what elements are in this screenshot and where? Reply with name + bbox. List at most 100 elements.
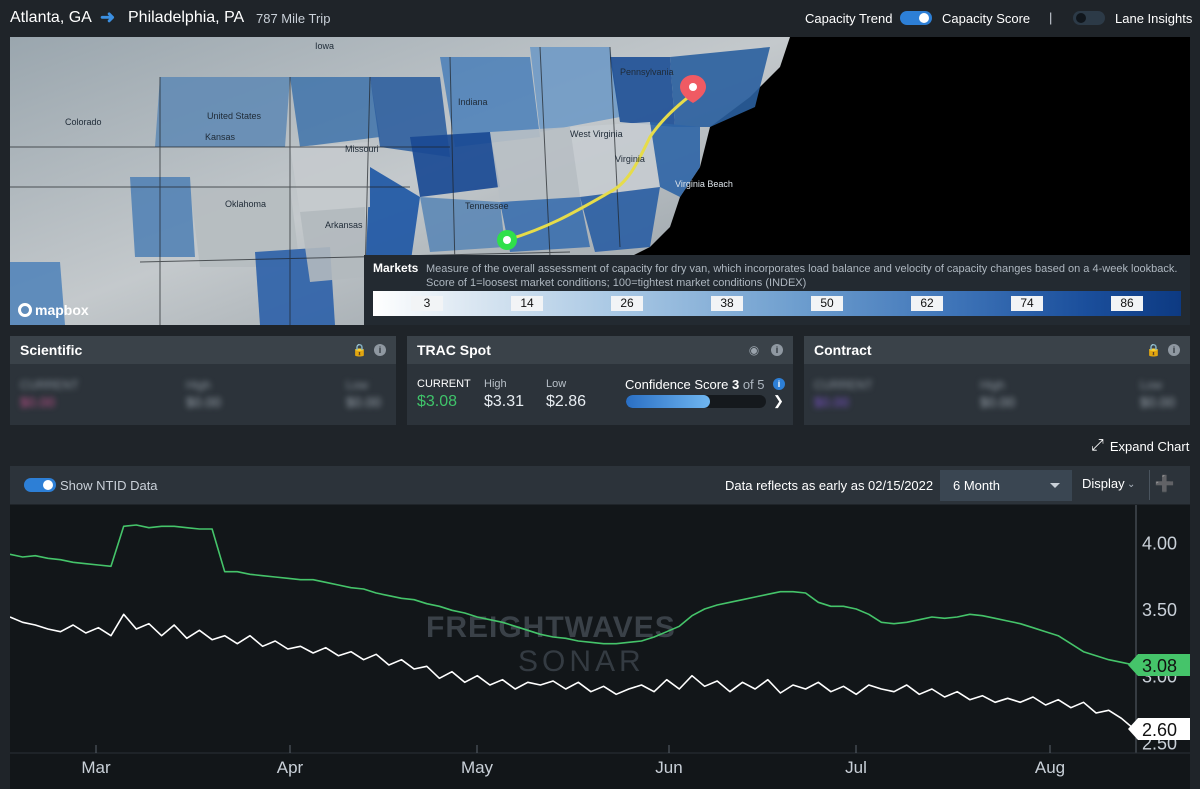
scientific-card: Scientific 🔒 i CURRENT $0.00 High $0.00 … <box>10 336 396 425</box>
arrow-right-icon: ➜ <box>100 7 116 27</box>
y-tick-label: 4.00 <box>1142 533 1177 553</box>
current-value: $3.08 <box>417 393 458 410</box>
high-label: High <box>484 378 507 390</box>
market-region <box>490 127 580 202</box>
legend-description: Measure of the overall assessment of cap… <box>426 263 1178 289</box>
eye-icon[interactable]: ◉ <box>747 343 761 357</box>
series-line <box>10 524 1135 666</box>
confidence-of: of 5 <box>742 377 765 392</box>
legend-tick: 86 <box>1111 296 1143 311</box>
x-tick-label: Aug <box>1035 758 1065 777</box>
mapbox-icon <box>18 303 32 317</box>
info-icon[interactable]: i <box>773 378 785 390</box>
confidence-bar-fill <box>626 395 710 408</box>
low-value: $0.00 <box>346 394 382 410</box>
market-region <box>410 132 500 197</box>
x-tick-label: Jun <box>655 758 682 777</box>
range-select-value: 6 Month <box>953 478 1000 493</box>
card-header: TRAC Spot ◉ i <box>407 336 793 364</box>
place-label: Missouri <box>345 144 379 154</box>
x-tick-label: Mar <box>81 758 111 777</box>
low-label: Low <box>546 378 567 390</box>
legend-title: Markets <box>373 261 419 275</box>
y-tick-label: 3.50 <box>1142 600 1177 620</box>
contract-card: Contract 🔒 i CURRENT $0.00 High $0.00 Lo… <box>804 336 1190 425</box>
place-label: Pennsylvania <box>620 67 674 77</box>
ntid-label: Show NTID Data <box>60 478 158 493</box>
place-label: Iowa <box>315 41 334 51</box>
market-region <box>290 77 380 147</box>
card-title: TRAC Spot <box>417 342 491 358</box>
current-label: CURRENT <box>20 378 79 392</box>
confidence-score: Confidence Score 3 of 5 <box>625 377 765 392</box>
toggle-knob <box>43 480 53 490</box>
place-label: Tennessee <box>465 201 509 211</box>
card-title: Scientific <box>20 342 83 358</box>
ntid-toggle[interactable] <box>24 478 56 492</box>
top-bar: Atlanta, GA ➜ Philadelphia, PA 787 Mile … <box>0 0 1200 36</box>
legend-tick: 62 <box>911 296 943 311</box>
markets-legend: Markets Measure of the overall assessmen… <box>364 255 1190 325</box>
destination-pin-center <box>689 83 697 91</box>
info-icon[interactable]: i <box>374 344 386 356</box>
expand-chart-button[interactable]: ⤢ Expand Chart <box>1091 437 1189 455</box>
range-select[interactable]: 6 Month <box>940 470 1072 501</box>
place-label: Indiana <box>458 97 488 107</box>
high-label: High <box>980 378 1005 392</box>
x-tick-label: Jul <box>845 758 867 777</box>
origin-city: Atlanta, GA <box>10 9 92 26</box>
x-tick-label: May <box>461 758 494 777</box>
low-label: Low <box>346 378 369 392</box>
trac-spot-card: TRAC Spot ◉ i CURRENT $3.08 High $3.31 L… <box>407 336 793 425</box>
x-axis-ticks: Mar Apr May Jun Jul Aug <box>81 745 1065 777</box>
place-label: Virginia Beach <box>675 179 733 189</box>
capacity-map[interactable]: United States Tennessee Arkansas Pennsyl… <box>10 37 1190 325</box>
info-icon[interactable]: i <box>1168 344 1180 356</box>
info-icon[interactable]: i <box>771 344 783 356</box>
capacity-trend-label: Capacity Trend <box>805 11 893 26</box>
current-label: CURRENT <box>417 378 471 390</box>
lane-insights-label: Lane Insights <box>1115 11 1193 26</box>
lock-icon[interactable]: 🔒 <box>1146 343 1161 357</box>
card-title: Contract <box>814 342 872 358</box>
low-value: $2.86 <box>546 393 587 410</box>
card-header: Scientific 🔒 i <box>10 336 396 364</box>
chevron-down-icon[interactable]: ❯ <box>773 393 784 409</box>
watermark-freightwaves: FREIGHTWAVES <box>426 611 676 644</box>
legend-tick: 3 <box>411 296 443 311</box>
current-value-badges: 3.08 2.60 <box>1128 654 1190 740</box>
data-reflect-text: Data reflects as early as 02/15/2022 <box>725 478 934 493</box>
legend-color-scale: 3 14 26 38 50 62 74 86 <box>373 291 1181 316</box>
price-chart[interactable]: FREIGHTWAVES SONAR 4.00 3.50 3.00 2.50 Mar A… <box>10 505 1190 789</box>
mapbox-attribution: mapbox <box>35 302 89 318</box>
current-value-label: 2.60 <box>1142 720 1177 740</box>
high-value: $0.00 <box>186 394 222 410</box>
current-value: $0.00 <box>20 394 56 410</box>
high-value: $3.31 <box>484 393 525 410</box>
place-label: United States <box>207 111 262 121</box>
expand-icon: ⤢ <box>1091 437 1104 454</box>
legend-tick: 50 <box>811 296 843 311</box>
trip-distance: 787 Mile Trip <box>256 11 331 26</box>
confidence-label: Confidence Score <box>625 377 729 392</box>
high-label: High <box>186 378 211 392</box>
legend-tick: 14 <box>511 296 543 311</box>
mapbox-logo: mapbox <box>18 302 89 318</box>
watermark-sonar: SONAR <box>518 645 645 678</box>
chart-toolbar: Show NTID Data Data reflects as early as… <box>10 466 1190 504</box>
lock-icon[interactable]: 🔒 <box>352 343 367 357</box>
current-value: $0.00 <box>814 394 850 410</box>
chart-canvas[interactable]: FREIGHTWAVES SONAR 4.003.503.002.50 Mar A… <box>10 505 1190 789</box>
crosshair-icon[interactable]: ➕ <box>1149 470 1179 500</box>
lane-insights-toggle[interactable] <box>1073 11 1105 25</box>
legend-tick: 26 <box>611 296 643 311</box>
display-menu[interactable]: Display <box>1082 476 1125 491</box>
capacity-toggle[interactable] <box>900 11 932 25</box>
low-label: Low <box>1140 378 1163 392</box>
chevron-down-icon: ⌄ <box>1127 479 1136 490</box>
high-value: $0.00 <box>980 394 1016 410</box>
current-label: CURRENT <box>814 378 873 392</box>
market-region <box>300 207 365 282</box>
place-label: Oklahoma <box>225 199 266 209</box>
expand-label: Expand Chart <box>1109 438 1190 454</box>
